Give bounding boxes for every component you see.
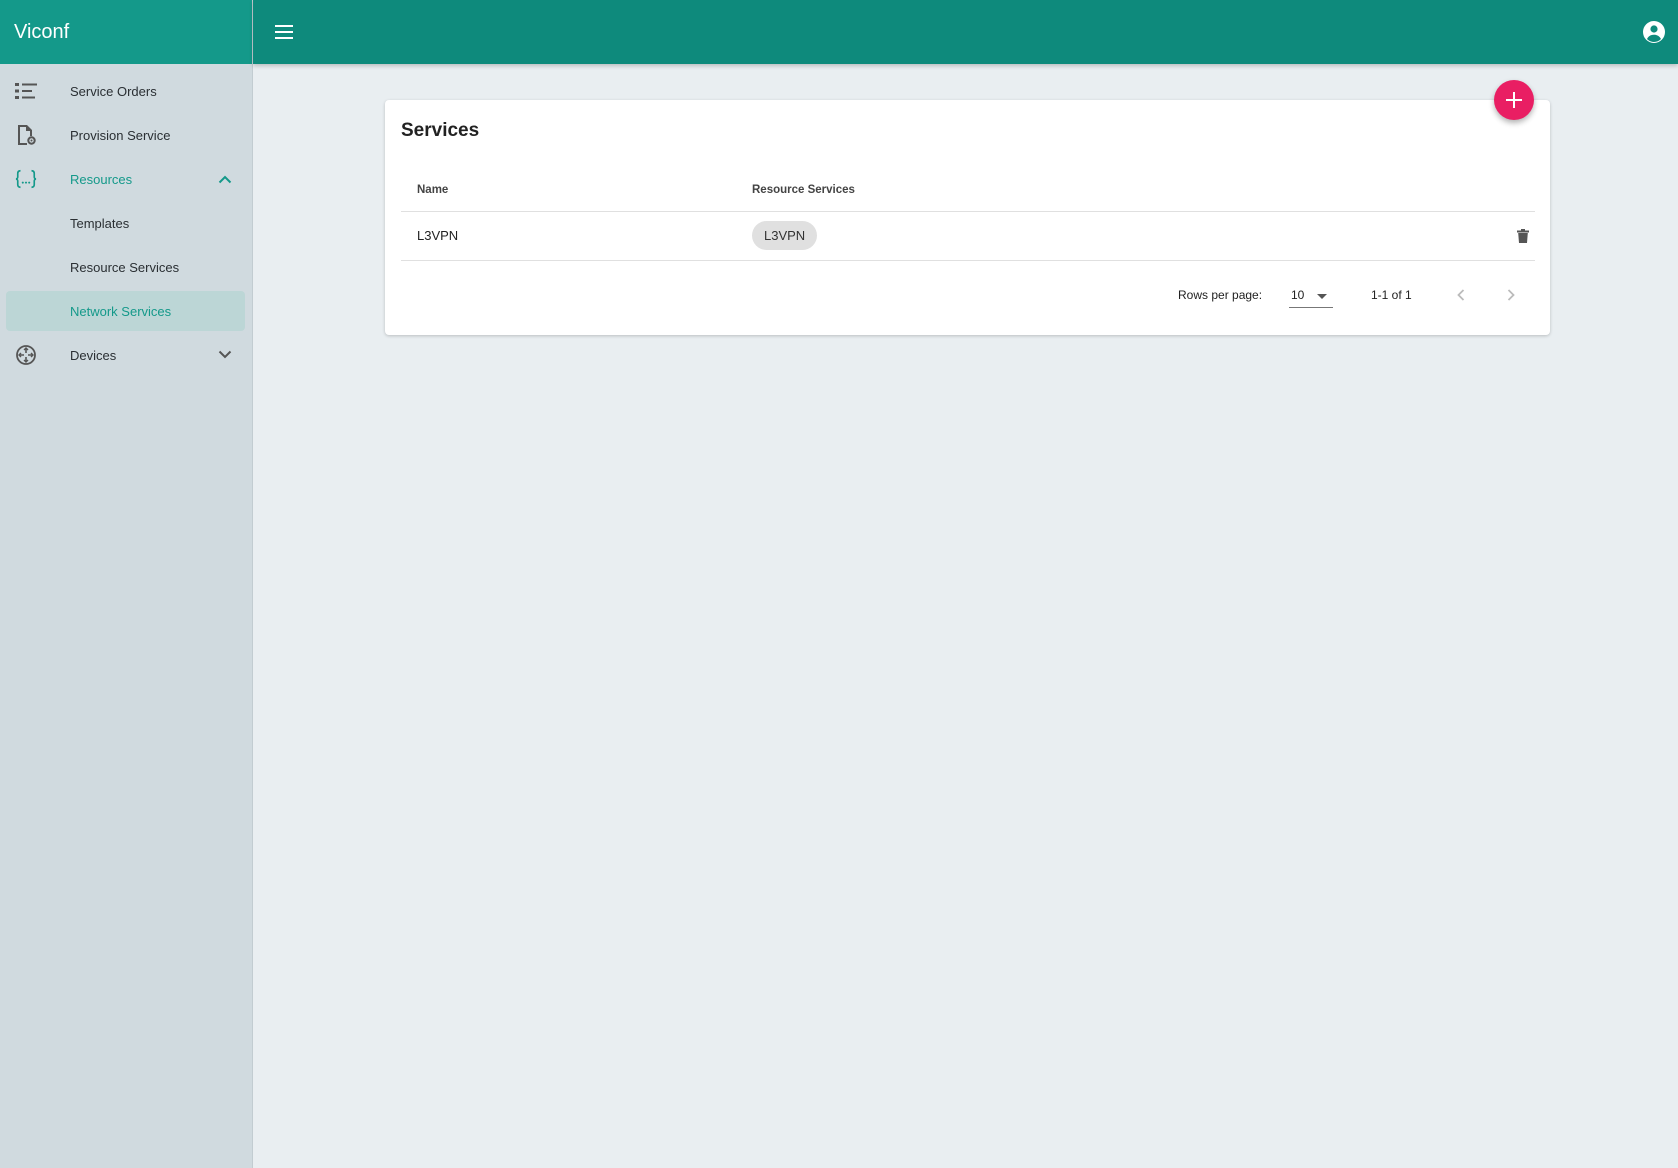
rows-per-page-value: 10 bbox=[1291, 288, 1305, 302]
chevron-down-icon bbox=[218, 348, 232, 362]
next-page-button[interactable] bbox=[1499, 283, 1523, 307]
sidebar-item-devices[interactable]: Devices bbox=[0, 333, 252, 377]
table-header-row: Name Resource Services bbox=[401, 169, 1535, 212]
column-header-name[interactable]: Name bbox=[401, 169, 736, 212]
list-icon bbox=[15, 80, 37, 102]
sidebar-item-resources[interactable]: Resources bbox=[0, 157, 252, 201]
services-card: Services Name Resource Services L3VPN L3… bbox=[385, 100, 1550, 335]
plus-icon bbox=[1506, 92, 1522, 108]
sidebar-item-resource-services[interactable]: Resource Services bbox=[0, 245, 252, 289]
pagination-range: 1-1 of 1 bbox=[1371, 288, 1412, 302]
cell-name: L3VPN bbox=[401, 211, 736, 261]
sidebar-item-label: Network Services bbox=[70, 303, 172, 319]
table-pagination: Rows per page: 10 1-1 of 1 bbox=[385, 280, 1550, 310]
chevron-up-icon bbox=[218, 172, 232, 186]
sidebar-item-label: Devices bbox=[70, 347, 117, 363]
services-table: Name Resource Services L3VPN L3VPN bbox=[401, 169, 1535, 261]
app-brand: Viconf bbox=[0, 0, 252, 64]
sidebar-item-label: Service Orders bbox=[70, 83, 157, 99]
sidebar-item-service-orders[interactable]: Service Orders bbox=[0, 69, 252, 113]
card-title: Services bbox=[401, 120, 480, 141]
sidebar: Viconf Service Orders Provision Service … bbox=[0, 0, 253, 1168]
code-braces-icon bbox=[15, 168, 37, 190]
column-header-resource-services[interactable]: Resource Services bbox=[736, 169, 1495, 212]
chevron-left-icon bbox=[1457, 289, 1465, 301]
menu-button[interactable] bbox=[271, 20, 297, 44]
trash-icon bbox=[1517, 228, 1529, 243]
sidebar-item-label: Provision Service bbox=[70, 127, 171, 143]
hamburger-menu-icon bbox=[275, 25, 293, 39]
cell-actions bbox=[1495, 211, 1535, 261]
caret-down-icon bbox=[1317, 294, 1327, 299]
sidebar-item-label: Templates bbox=[70, 215, 130, 231]
column-header-actions bbox=[1495, 169, 1535, 212]
add-service-button[interactable] bbox=[1494, 80, 1534, 120]
rows-per-page-select[interactable]: 10 bbox=[1289, 284, 1333, 308]
sidebar-item-network-services[interactable]: Network Services bbox=[6, 291, 245, 331]
cell-resource-services: L3VPN bbox=[736, 211, 1495, 261]
account-circle-icon bbox=[1643, 21, 1665, 43]
account-button[interactable] bbox=[1642, 20, 1668, 46]
rows-per-page-label: Rows per page: bbox=[1178, 288, 1263, 302]
chevron-right-icon bbox=[1507, 289, 1515, 301]
table-row[interactable]: L3VPN L3VPN bbox=[401, 211, 1535, 261]
sidebar-item-label: Resources bbox=[70, 171, 133, 187]
top-app-bar bbox=[253, 0, 1678, 64]
sidebar-item-templates[interactable]: Templates bbox=[0, 201, 252, 245]
sidebar-item-provision-service[interactable]: Provision Service bbox=[0, 113, 252, 157]
delete-button[interactable] bbox=[1511, 224, 1535, 248]
app-root: Viconf Service Orders Provision Service … bbox=[0, 0, 1678, 1168]
previous-page-button[interactable] bbox=[1449, 283, 1473, 307]
sidebar-item-label: Resource Services bbox=[70, 259, 180, 275]
resource-service-chip[interactable]: L3VPN bbox=[752, 221, 818, 250]
file-settings-icon bbox=[15, 124, 37, 146]
sidebar-nav: Service Orders Provision Service Resourc… bbox=[0, 64, 252, 377]
devices-icon bbox=[15, 344, 37, 366]
